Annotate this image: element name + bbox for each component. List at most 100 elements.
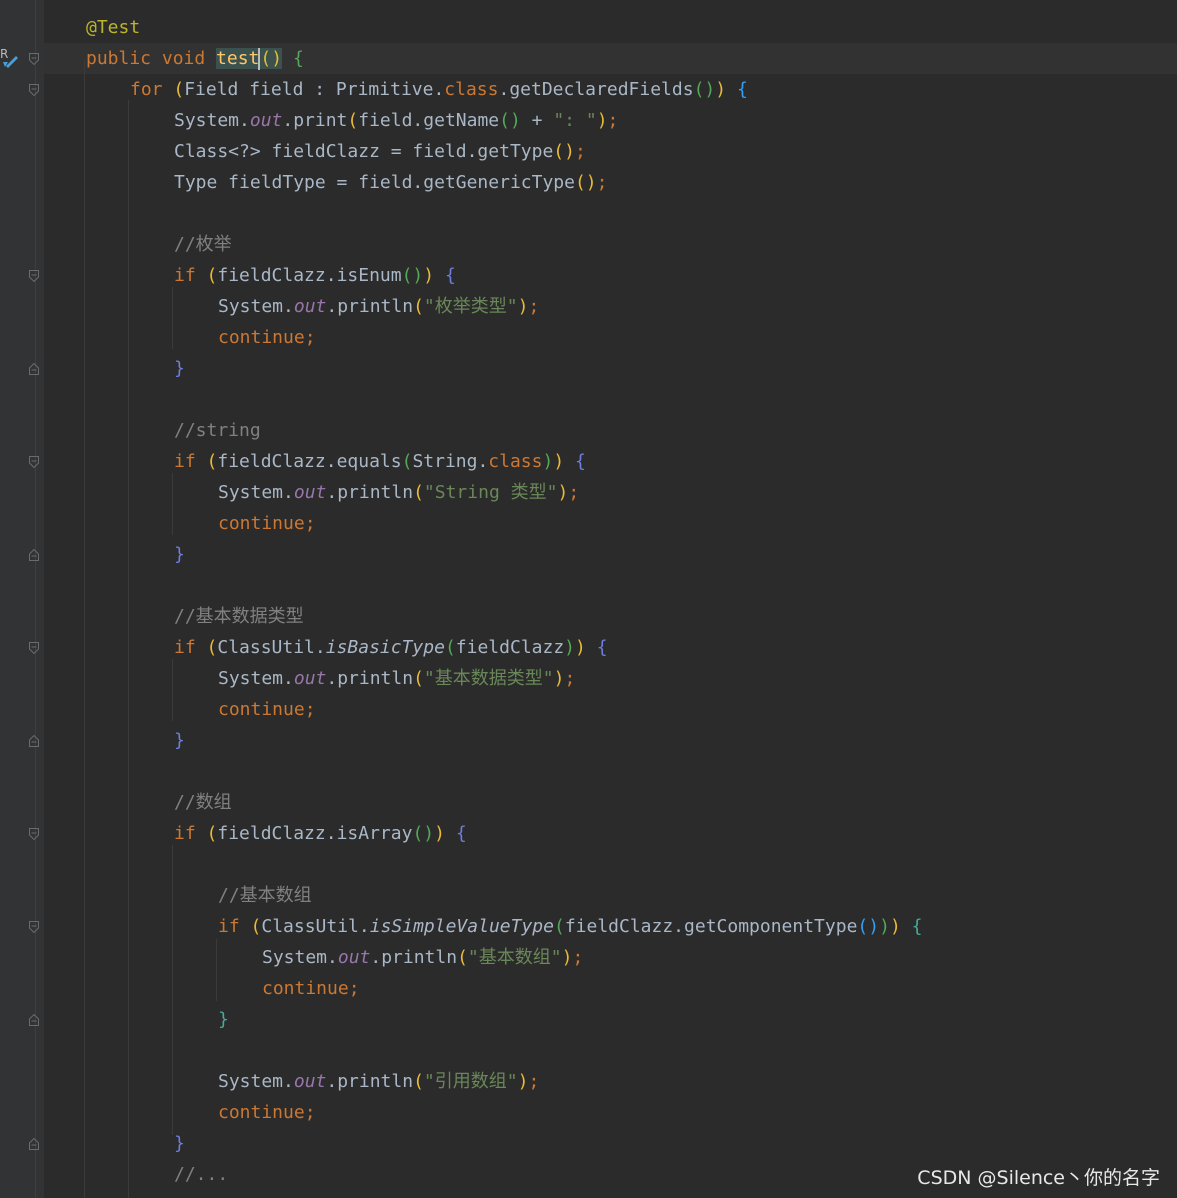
code-token: ; bbox=[607, 110, 619, 131]
code-line[interactable]: if (fieldClazz.equals(String.class)) { bbox=[174, 446, 586, 477]
code-line[interactable]: public void test() { bbox=[86, 43, 304, 74]
code-token: System. bbox=[218, 668, 294, 689]
code-token: //string bbox=[174, 420, 261, 441]
code-line[interactable]: Class<?> fieldClazz = field.getType(); bbox=[174, 136, 586, 167]
code-line[interactable]: } bbox=[174, 725, 185, 756]
code-token: continue; bbox=[218, 1102, 316, 1123]
code-token: ) bbox=[517, 296, 529, 317]
code-token: ; bbox=[564, 668, 576, 689]
code-token: //基本数组 bbox=[218, 885, 312, 906]
code-line[interactable]: //枚举 bbox=[174, 229, 232, 260]
code-line[interactable]: //string bbox=[174, 415, 261, 446]
code-token: ) bbox=[434, 823, 445, 844]
code-token: ; bbox=[574, 141, 586, 162]
code-line[interactable]: //基本数组 bbox=[218, 880, 312, 911]
code-line[interactable]: System.out.print(field.getName() + ": ")… bbox=[174, 105, 618, 136]
fold-close-icon[interactable] bbox=[29, 1014, 39, 1026]
code-token: () bbox=[412, 823, 435, 844]
code-line[interactable]: } bbox=[174, 353, 185, 384]
code-line[interactable]: if (ClassUtil.isBasicType(fieldClazz)) { bbox=[174, 632, 608, 663]
indent-guide bbox=[216, 939, 217, 1001]
fold-open-icon[interactable] bbox=[29, 84, 39, 96]
code-token: ClassUtil. bbox=[261, 916, 370, 937]
code-token: { bbox=[455, 823, 467, 844]
code-line[interactable]: System.out.println("基本数组"); bbox=[262, 942, 583, 973]
code-line[interactable]: } bbox=[174, 1128, 185, 1159]
code-token: ( bbox=[553, 916, 565, 937]
code-line[interactable]: continue; bbox=[218, 1097, 316, 1128]
code-token: ( bbox=[413, 482, 424, 503]
code-token: ( bbox=[457, 947, 468, 968]
code-token: .println bbox=[326, 1071, 414, 1092]
code-line[interactable]: } bbox=[174, 539, 185, 570]
code-token: "引用数组" bbox=[423, 1071, 518, 1092]
code-line[interactable]: if (fieldClazz.isEnum()) { bbox=[174, 260, 456, 291]
code-token: () bbox=[574, 172, 597, 193]
code-token: { bbox=[575, 451, 586, 472]
code-line[interactable]: //基本数据类型 bbox=[174, 601, 304, 632]
code-line[interactable]: System.out.println("String 类型"); bbox=[218, 477, 579, 508]
code-line[interactable]: for (Field field : Primitive.class.getDe… bbox=[130, 74, 748, 105]
fold-close-icon[interactable] bbox=[29, 549, 39, 561]
code-line[interactable]: System.out.println("引用数组"); bbox=[218, 1066, 539, 1097]
code-token: //数组 bbox=[174, 792, 232, 813]
code-token: ( bbox=[206, 451, 218, 472]
code-token: //枚举 bbox=[174, 234, 232, 255]
code-token: void bbox=[161, 48, 217, 69]
run-test-icon[interactable]: R bbox=[0, 46, 20, 68]
code-token: Field field : Primitive. bbox=[184, 79, 445, 100]
code-token: //... bbox=[174, 1164, 229, 1185]
code-line[interactable]: } bbox=[218, 1004, 229, 1035]
fold-open-icon[interactable] bbox=[29, 828, 39, 840]
code-token: () bbox=[857, 916, 880, 937]
code-token: out bbox=[293, 668, 327, 689]
code-line[interactable]: continue; bbox=[262, 973, 360, 1004]
code-token: "枚举类型" bbox=[423, 296, 518, 317]
code-token: out bbox=[337, 947, 371, 968]
code-token: ( bbox=[413, 1071, 424, 1092]
code-line[interactable]: @Test bbox=[86, 12, 140, 43]
code-line[interactable]: System.out.println("枚举类型"); bbox=[218, 291, 539, 322]
fold-close-icon[interactable] bbox=[29, 1138, 39, 1150]
code-line[interactable]: continue; bbox=[218, 508, 316, 539]
code-token: test bbox=[216, 48, 260, 69]
code-line[interactable]: System.out.println("基本数据类型"); bbox=[218, 663, 575, 694]
fold-open-icon[interactable] bbox=[29, 456, 39, 468]
code-token: () bbox=[693, 79, 716, 100]
code-token: fieldClazz.getComponentType bbox=[564, 916, 858, 937]
fold-open-icon[interactable] bbox=[29, 921, 39, 933]
code-line[interactable]: if (ClassUtil.isSimpleValueType(fieldCla… bbox=[218, 911, 922, 942]
code-token: { bbox=[292, 48, 304, 69]
code-line[interactable]: continue; bbox=[218, 694, 316, 725]
code-token: //基本数据类型 bbox=[174, 606, 304, 627]
code-token: .println bbox=[370, 947, 458, 968]
code-token: System. bbox=[218, 482, 294, 503]
code-token: continue; bbox=[218, 327, 316, 348]
indent-guide bbox=[128, 100, 129, 1198]
code-token: } bbox=[218, 1009, 229, 1030]
fold-open-icon[interactable] bbox=[29, 53, 39, 65]
fold-close-icon[interactable] bbox=[29, 735, 39, 747]
code-token: "基本数据类型" bbox=[423, 668, 554, 689]
code-token: System. bbox=[218, 1071, 294, 1092]
fold-open-icon[interactable] bbox=[29, 642, 39, 654]
code-token: ; bbox=[572, 947, 584, 968]
fold-open-icon[interactable] bbox=[29, 270, 39, 282]
code-line[interactable]: //数组 bbox=[174, 787, 232, 818]
code-token: Class<?> fieldClazz = field.getType bbox=[174, 141, 554, 162]
code-token: ; bbox=[596, 172, 608, 193]
code-token: ) bbox=[517, 1071, 529, 1092]
fold-close-icon[interactable] bbox=[29, 363, 39, 375]
code-token: ( bbox=[347, 110, 359, 131]
code-token: isSimpleValueType bbox=[369, 916, 554, 937]
code-line[interactable]: Type fieldType = field.getGenericType(); bbox=[174, 167, 608, 198]
code-line[interactable]: //... bbox=[174, 1159, 228, 1190]
code-editor[interactable]: @Test public void test() {for (Field fiel… bbox=[44, 0, 1177, 1198]
code-line[interactable]: continue; bbox=[218, 322, 316, 353]
code-line[interactable]: if (fieldClazz.isArray()) { bbox=[174, 818, 467, 849]
code-token: ) bbox=[561, 947, 573, 968]
code-token: ) bbox=[596, 110, 608, 131]
